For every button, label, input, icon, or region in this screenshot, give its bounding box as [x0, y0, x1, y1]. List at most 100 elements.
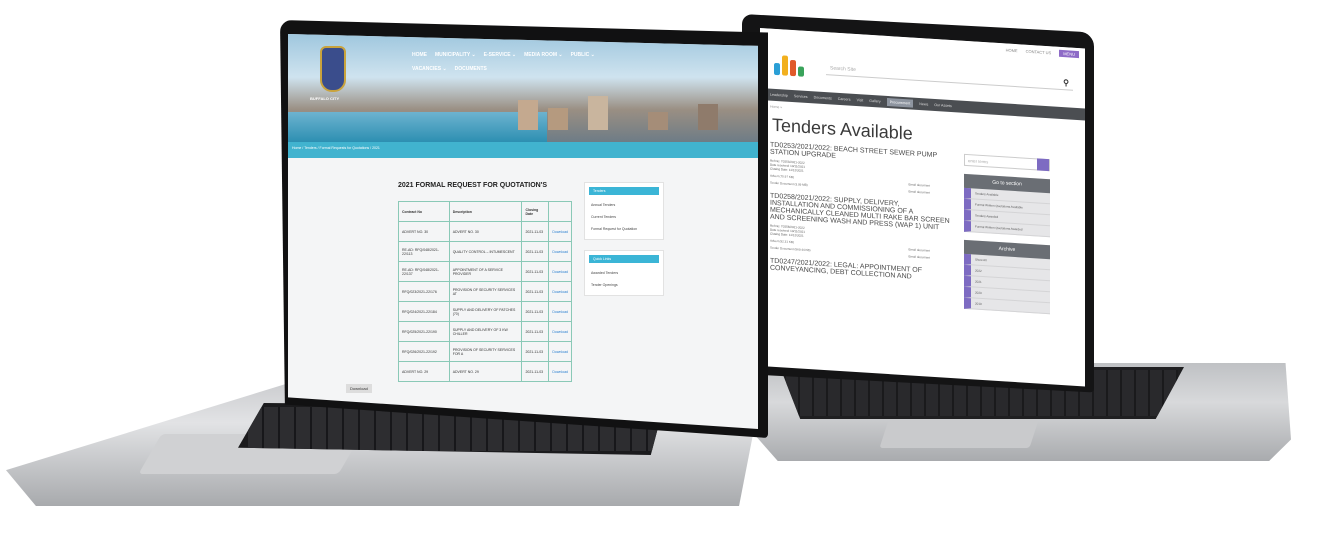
nav-e-service[interactable]: E-SERVICE ⌄ [484, 52, 516, 58]
cell-contract-no: RE-AD: RFQ/048/2021-22/137 [398, 261, 450, 282]
page-content: 2021 FORMAL REQUEST FOR QUOTATION'S Cont… [288, 158, 758, 382]
cell-closing-date: 2021-11-03 [521, 321, 550, 342]
cell-contract-no: RFQ/025/2021-22/190 [398, 321, 450, 342]
tender-item: TD0247/2021/2022: LEGAL: APPOINTMENT OF … [770, 258, 950, 283]
tender-item: TD0258/2021/2022: SUPPLY, DELIVERY, INST… [770, 193, 950, 261]
table-row: ADVERT NO. 30 ADVERT NO. 30 2021-11-03 Down… [398, 221, 572, 242]
hero-banner: BUFFALO CITY HOME MUNICIPALITY ⌄ E-SERVI… [288, 34, 758, 142]
nav-media-room[interactable]: MEDIA ROOM ⌄ [524, 52, 562, 58]
cell-description: PROVISION OF SECURITY SERVICES AT [448, 281, 523, 302]
nav-visit[interactable]: Visit [857, 98, 864, 102]
right-laptop-trackpad [879, 420, 1039, 448]
sea-image [288, 112, 547, 142]
rfq-table: Contract No Description Closing Date ADV… [398, 201, 572, 382]
email-doc-link[interactable]: Email document [908, 247, 930, 252]
email-doc-link[interactable]: Email document [908, 189, 930, 194]
nav-procurement[interactable]: Procurement [886, 97, 914, 108]
card-link[interactable]: Annual Tenders [585, 199, 663, 211]
table-row: RFQ/023/2021-22/176 PROVISION OF SECURITY… [398, 281, 572, 302]
card-link[interactable]: Tender Openings [585, 279, 663, 291]
download-link[interactable]: Download [548, 321, 572, 342]
download-button[interactable]: Download [346, 384, 372, 393]
cell-closing-date: 2021-11-03 [521, 241, 550, 262]
nav-public[interactable]: PUBLIC ⌄ [571, 52, 595, 58]
nav-gallery[interactable]: Gallery [869, 99, 880, 104]
archive-panel: Archive Show All 2022 2021 2020 2019 [964, 239, 1050, 315]
nav-leadership[interactable]: Leadership [770, 93, 788, 98]
cell-description: SUPPLY AND DELIVERY OF PATCHES (70) [448, 301, 523, 322]
nav-vacancies[interactable]: VACANCIES ⌄ [412, 66, 447, 72]
search-icon[interactable] [1037, 158, 1049, 172]
sidebar-search-placeholder: enter terms [968, 157, 989, 164]
nav-municipality[interactable]: MUNICIPALITY ⌄ [435, 52, 476, 58]
table-row: RE-AD: RFQ/048/2021-22/137 APPOINTMENT OF… [398, 261, 572, 282]
quick-links-card: Quick Links Awarded Tenders Tender Openi… [584, 250, 664, 296]
cell-contract-no: ADVERT NO. 29 [398, 361, 450, 382]
nav-news[interactable]: News [919, 102, 928, 107]
cell-contract-no: RE-AD: RFQ/048/2021-22/113 [398, 241, 450, 262]
download-link[interactable]: Download [548, 361, 572, 382]
doc-link[interactable]: Advert (92.31 KB) [770, 239, 794, 245]
search-placeholder: Search Site [830, 64, 856, 73]
nav-our-assets[interactable]: Our Assets [934, 103, 952, 108]
building-image [548, 108, 568, 130]
doc-link[interactable]: Tender Document (569.44 KB) [770, 246, 811, 253]
table-row: ADVERT NO. 29 ADVERT NO. 29 2021-11-03 Down… [398, 361, 572, 382]
main-nav: HOME MUNICIPALITY ⌄ E-SERVICE ⌄ MEDIA RO… [412, 52, 632, 72]
municipality-logo[interactable] [772, 51, 804, 81]
email-doc-link[interactable]: Email document [908, 182, 930, 187]
doc-link[interactable]: Tender Document (3.09 MB) [770, 181, 808, 187]
table-row: RFQ/025/2021-22/190 SUPPLY AND DELIVERY O… [398, 321, 572, 342]
table-row: RFQ/026/2021-22/192 PROVISION OF SECURITY… [398, 341, 572, 362]
nav-careers[interactable]: Careers [838, 97, 851, 102]
col-closing-date: Closing Date [521, 201, 550, 222]
cell-description: ADVERT NO. 29 [448, 361, 523, 382]
nav-documents[interactable]: DOCUMENTS [455, 66, 487, 72]
col-action [548, 201, 572, 222]
page-body: TD0253/2021/2022: BEACH STREET SEWER PUM… [760, 141, 1085, 316]
side-column: Tenders Annual Tenders Current Tenders F… [584, 182, 664, 382]
download-link[interactable]: Download [548, 241, 572, 262]
email-doc-link[interactable]: Email document [908, 254, 930, 259]
tenders-card: Tenders Annual Tenders Current Tenders F… [584, 182, 664, 240]
main-column: 2021 FORMAL REQUEST FOR QUOTATION'S Cont… [398, 182, 572, 382]
download-link[interactable]: Download [548, 301, 572, 322]
cell-description: SUPPLY AND DELIVERY OF 3 KW CHILLER [448, 321, 523, 342]
cell-closing-date: 2021-11-03 [521, 341, 550, 362]
goto-section-panel: Go to section Tenders Available Formal W… [964, 173, 1050, 238]
tender-heading[interactable]: TD0247/2021/2022: LEGAL: APPOINTMENT OF … [770, 258, 950, 283]
nav-home[interactable]: HOME [412, 52, 427, 58]
nav-documents[interactable]: Documents [814, 95, 832, 100]
city-crest-logo[interactable] [320, 46, 346, 92]
card-title: Quick Links [589, 255, 659, 263]
table-row: RE-AD: RFQ/048/2021-22/113 QUALITY CONTRO… [398, 241, 572, 262]
menu-pill[interactable]: MENU [1059, 49, 1079, 58]
breadcrumb[interactable]: Home / Tenders / Formal Requests for Quo… [288, 142, 758, 158]
download-link[interactable]: Download [548, 261, 572, 282]
cell-closing-date: 2021-11-03 [521, 281, 550, 302]
cell-description: QUALITY CONTROL – INTUMESCENT [448, 241, 523, 262]
card-link[interactable]: Awarded Tenders [585, 267, 663, 279]
card-link[interactable]: Formal Request for Quotation [585, 223, 663, 235]
building-image [698, 104, 718, 130]
topbar-contact-link[interactable]: CONTACT US [1026, 48, 1052, 55]
building-image [588, 96, 608, 130]
table-row: RFQ/024/2021-22/184 SUPPLY AND DELIVERY O… [398, 301, 572, 322]
card-link[interactable]: Current Tenders [585, 211, 663, 223]
cell-closing-date: 2021-11-03 [521, 301, 550, 322]
cell-closing-date: 2021-11-03 [521, 261, 550, 282]
site-search[interactable]: Search Site ⚲ [826, 61, 1073, 91]
left-laptop-screen: BUFFALO CITY HOME MUNICIPALITY ⌄ E-SERVI… [288, 34, 758, 429]
nav-services[interactable]: Services [794, 94, 808, 99]
download-link[interactable]: Download [548, 341, 572, 362]
col-contract-no: Contract No [398, 201, 450, 222]
doc-link[interactable]: Advert (75.97 KB) [770, 174, 794, 180]
download-link[interactable]: Download [548, 221, 572, 242]
cell-contract-no: RFQ/024/2021-22/184 [398, 301, 450, 322]
laptops-mockup: HOME CONTACT US MENU Search Site ⚲ Leade… [0, 0, 1324, 544]
topbar-home-link[interactable]: HOME [1006, 47, 1018, 53]
download-link[interactable]: Download [548, 281, 572, 302]
search-icon[interactable]: ⚲ [1063, 78, 1069, 87]
table-header-row: Contract No Description Closing Date [398, 201, 572, 222]
cell-closing-date: 2021-11-03 [521, 221, 550, 242]
